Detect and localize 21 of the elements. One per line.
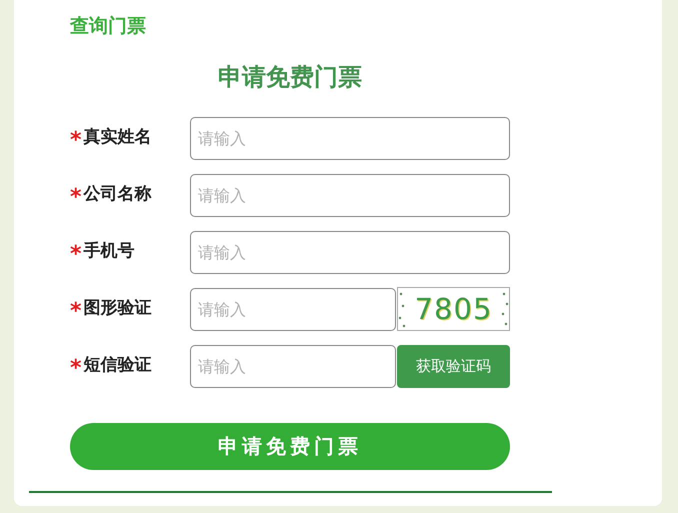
get-code-button[interactable]: 获取验证码 bbox=[397, 344, 510, 388]
required-asterisk: * bbox=[70, 358, 82, 380]
form-title: 申请免费门票 bbox=[218, 62, 362, 92]
input-field[interactable]: 请输入 bbox=[190, 230, 510, 274]
captcha-code: 7805 bbox=[414, 292, 492, 326]
required-asterisk: * bbox=[70, 187, 82, 209]
submit-button[interactable]: 申请免费门票 bbox=[70, 422, 510, 470]
required-asterisk: * bbox=[70, 301, 82, 323]
required-asterisk: * bbox=[70, 130, 82, 152]
field-label: 公司名称 bbox=[84, 183, 152, 206]
required-asterisk: * bbox=[70, 244, 82, 266]
input-field[interactable]: 请输入 bbox=[190, 344, 396, 388]
input-field[interactable]: 请输入 bbox=[190, 174, 510, 216]
field-label: 图形验证 bbox=[84, 297, 152, 320]
field-label: 短信验证 bbox=[84, 354, 152, 378]
captcha-image[interactable]: 7805 bbox=[397, 287, 510, 331]
query-tickets-link[interactable]: 查询门票 bbox=[70, 15, 146, 37]
field-label: 手机号 bbox=[84, 240, 135, 264]
input-field[interactable]: 请输入 bbox=[190, 116, 510, 160]
field-label: 真实姓名 bbox=[84, 126, 152, 150]
input-field[interactable]: 请输入 bbox=[190, 288, 396, 330]
